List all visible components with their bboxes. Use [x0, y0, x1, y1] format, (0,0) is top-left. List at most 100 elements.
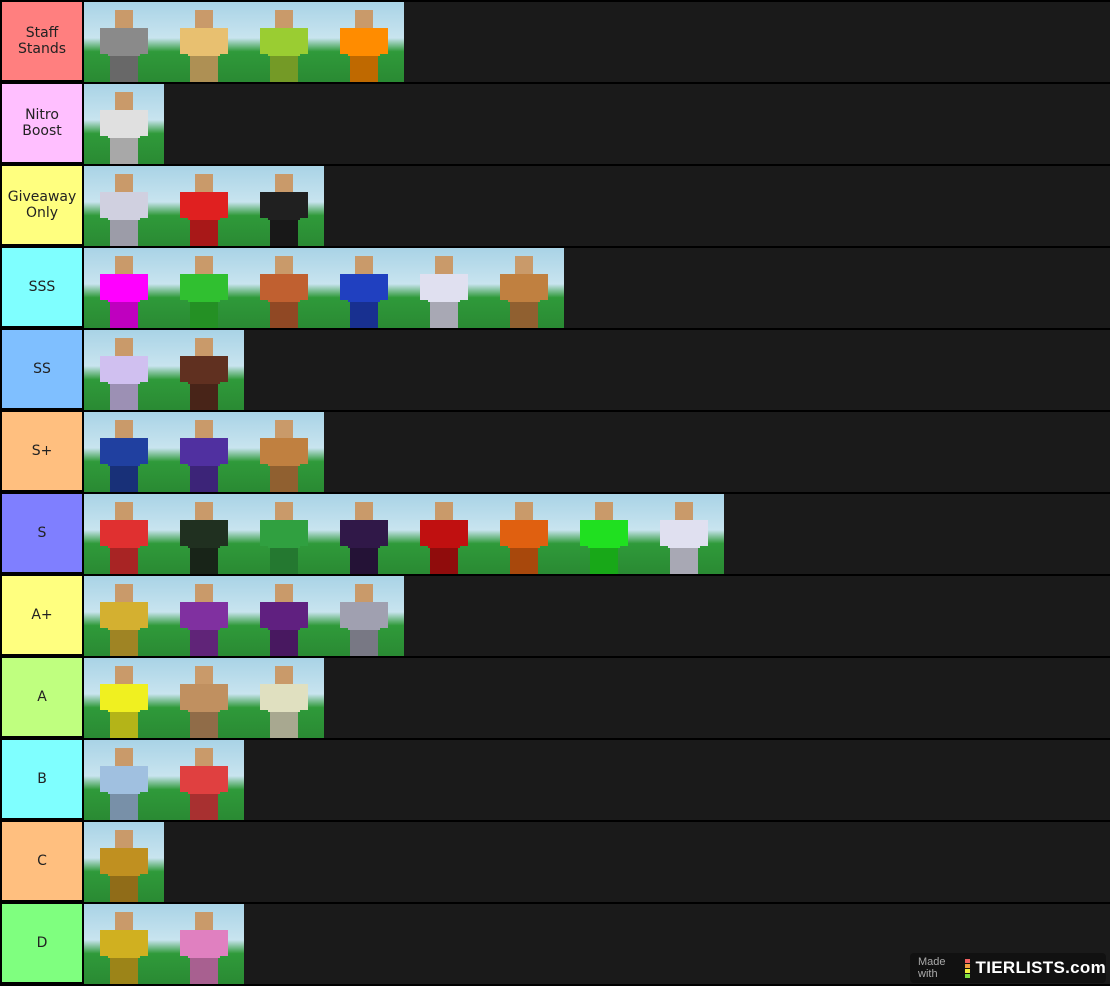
tier-items — [84, 84, 1110, 164]
tier-item-image[interactable] — [244, 576, 324, 656]
tier-label[interactable]: SSS — [2, 248, 82, 326]
tier-item-image[interactable] — [164, 2, 244, 82]
character-figure — [100, 10, 148, 82]
tier-item-image[interactable] — [84, 822, 164, 902]
character-figure — [260, 584, 308, 656]
tier-item-image[interactable] — [84, 2, 164, 82]
tier-item-image[interactable] — [84, 84, 164, 164]
tier-item-image[interactable] — [404, 494, 484, 574]
character-figure — [340, 502, 388, 574]
tier-item-image[interactable] — [564, 494, 644, 574]
tier-row: S — [0, 492, 1110, 574]
character-figure — [180, 338, 228, 410]
tier-items — [84, 330, 1110, 410]
logo-bar — [964, 968, 970, 973]
character-figure — [260, 666, 308, 738]
character-figure — [660, 502, 708, 574]
tier-row: Giveaway Only — [0, 164, 1110, 246]
tier-item-image[interactable] — [84, 248, 164, 328]
watermark-prefix: Made with — [918, 956, 946, 980]
tier-item-image[interactable] — [164, 576, 244, 656]
character-figure — [340, 584, 388, 656]
character-figure — [180, 10, 228, 82]
tier-label[interactable]: Staff Stands — [2, 2, 82, 80]
tier-label[interactable]: SS — [2, 330, 82, 408]
logo-bar — [964, 958, 970, 963]
tier-row: Nitro Boost — [0, 82, 1110, 164]
character-figure — [100, 256, 148, 328]
tier-item-image[interactable] — [84, 904, 164, 984]
tier-label[interactable]: S+ — [2, 412, 82, 490]
character-figure — [100, 420, 148, 492]
character-figure — [260, 174, 308, 246]
tier-label[interactable]: A — [2, 658, 82, 736]
watermark: Made with TIERLISTS.com — [910, 953, 1106, 983]
tier-item-image[interactable] — [484, 494, 564, 574]
tier-items — [84, 248, 1110, 328]
character-figure — [500, 256, 548, 328]
tier-row: C — [0, 820, 1110, 902]
tier-item-image[interactable] — [164, 412, 244, 492]
character-figure — [340, 10, 388, 82]
character-figure — [100, 502, 148, 574]
character-figure — [100, 338, 148, 410]
tier-item-image[interactable] — [164, 494, 244, 574]
tier-item-image[interactable] — [164, 166, 244, 246]
tier-item-image[interactable] — [484, 248, 564, 328]
character-figure — [260, 256, 308, 328]
logo-bar — [964, 973, 970, 978]
tier-label[interactable]: S — [2, 494, 82, 572]
character-figure — [100, 92, 148, 164]
tier-label[interactable]: Nitro Boost — [2, 84, 82, 162]
watermark-brand: TIERLISTS.com — [975, 958, 1106, 977]
tier-item-image[interactable] — [244, 2, 324, 82]
character-figure — [180, 912, 228, 984]
tier-item-image[interactable] — [324, 2, 404, 82]
tier-item-image[interactable] — [324, 248, 404, 328]
character-figure — [260, 420, 308, 492]
tier-item-image[interactable] — [84, 330, 164, 410]
tier-item-image[interactable] — [244, 248, 324, 328]
tier-item-image[interactable] — [404, 248, 484, 328]
tier-label[interactable]: D — [2, 904, 82, 982]
tier-label[interactable]: B — [2, 740, 82, 818]
tier-label[interactable]: A+ — [2, 576, 82, 654]
tier-item-image[interactable] — [84, 576, 164, 656]
tier-item-image[interactable] — [84, 412, 164, 492]
tier-item-image[interactable] — [644, 494, 724, 574]
tier-label[interactable]: Giveaway Only — [2, 166, 82, 244]
tier-item-image[interactable] — [164, 330, 244, 410]
tier-item-image[interactable] — [324, 494, 404, 574]
tierlists-logo-icon — [964, 958, 970, 978]
tier-item-image[interactable] — [244, 166, 324, 246]
character-figure — [100, 748, 148, 820]
tier-row: B — [0, 738, 1110, 820]
tier-item-image[interactable] — [84, 494, 164, 574]
tier-items — [84, 822, 1110, 902]
character-figure — [100, 174, 148, 246]
character-figure — [180, 748, 228, 820]
tier-label[interactable]: C — [2, 822, 82, 900]
character-figure — [180, 502, 228, 574]
tier-row: A+ — [0, 574, 1110, 656]
tier-items — [84, 494, 1110, 574]
tier-row: A — [0, 656, 1110, 738]
tier-item-image[interactable] — [84, 166, 164, 246]
logo-bar — [964, 963, 970, 968]
tier-item-image[interactable] — [84, 740, 164, 820]
tier-item-image[interactable] — [164, 248, 244, 328]
tier-item-image[interactable] — [164, 740, 244, 820]
tier-item-image[interactable] — [164, 658, 244, 738]
character-figure — [580, 502, 628, 574]
character-figure — [500, 502, 548, 574]
tier-row: S+ — [0, 410, 1110, 492]
character-figure — [420, 502, 468, 574]
tier-items — [84, 412, 1110, 492]
tier-item-image[interactable] — [244, 658, 324, 738]
character-figure — [180, 256, 228, 328]
tier-item-image[interactable] — [244, 494, 324, 574]
tier-item-image[interactable] — [244, 412, 324, 492]
tier-item-image[interactable] — [84, 658, 164, 738]
tier-item-image[interactable] — [164, 904, 244, 984]
tier-item-image[interactable] — [324, 576, 404, 656]
